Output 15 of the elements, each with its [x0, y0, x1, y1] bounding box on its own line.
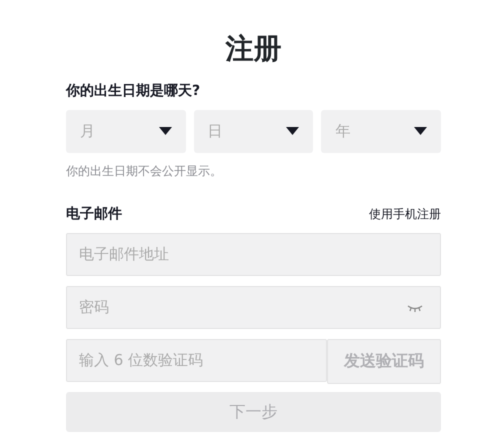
hidden-eye-icon[interactable] [407, 304, 423, 312]
email-field[interactable]: 电子邮件地址 [66, 232, 441, 276]
password-field[interactable]: 密码 [66, 286, 441, 329]
code-field[interactable]: 输入 6 位数验证码 [66, 338, 327, 382]
dropdown-caret-icon [286, 127, 300, 136]
phone-signup-link[interactable]: 使用手机注册 [369, 205, 441, 224]
date-select[interactable]: 日 [194, 110, 314, 153]
dropdown-caret-icon [158, 127, 172, 136]
date-select[interactable]: 月 [66, 110, 186, 153]
date-select[interactable]: 年 [321, 110, 442, 153]
page-title: 注册 [224, 34, 282, 65]
dropdown-caret-icon [414, 127, 428, 136]
birthday-label: 你的出生日期是哪天? [66, 82, 202, 101]
birthday-hint: 你的出生日期不会公开显示。 [66, 162, 223, 180]
email-label: 电子邮件 [66, 204, 122, 224]
